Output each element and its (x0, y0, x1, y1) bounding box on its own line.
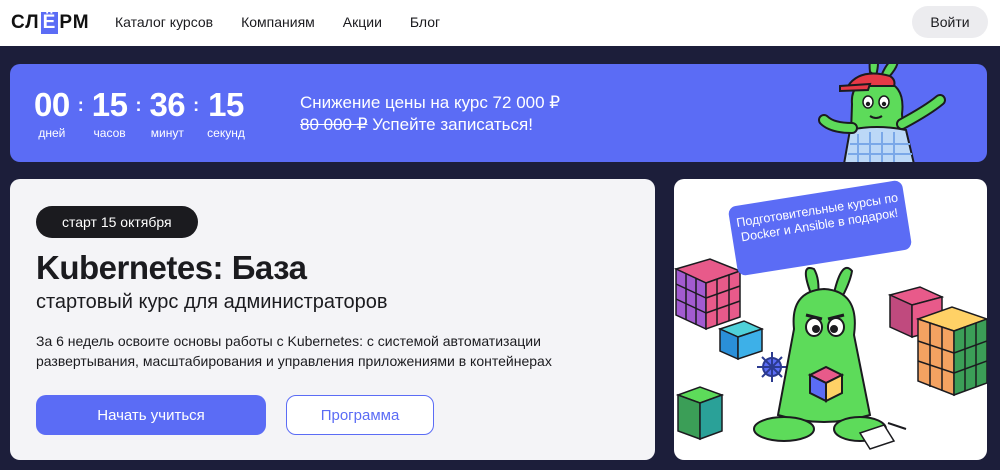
nav-blog[interactable]: Блог (410, 14, 440, 30)
countdown-separator: : (77, 95, 84, 115)
promo-price-line: Снижение цены на курс 72 000 ₽ (300, 93, 561, 112)
countdown-seconds: 15 секунд (207, 86, 245, 141)
promo-cta-text: Успейте записаться! (367, 115, 533, 134)
course-description: За 6 недель освоите основы работы с Kube… (36, 333, 552, 369)
logo-text-pre: СЛ (11, 12, 40, 33)
logo-text-post: РМ (59, 12, 90, 33)
logo[interactable]: СЛ Ё РМ (11, 12, 90, 34)
main-nav: Каталог курсов Компаниям Акции Блог (115, 14, 468, 30)
start-learning-button[interactable]: Начать учиться (36, 395, 266, 435)
login-button[interactable]: Войти (912, 6, 988, 38)
countdown-days: 00 дней (34, 86, 70, 141)
course-card: старт 15 октября Kubernetes: База старто… (10, 179, 655, 460)
promo-second-line: 80 000 ₽ Успейте записаться! (300, 114, 560, 136)
nav-catalog[interactable]: Каталог курсов (115, 14, 213, 30)
old-price: 80 000 ₽ (300, 115, 368, 134)
countdown-hours: 15 часов (91, 86, 128, 141)
kubernetes-helm-icon (757, 352, 787, 382)
countdown-separator: : (135, 95, 142, 115)
countdown-days-label: дней (38, 126, 66, 140)
countdown-minutes-label: минут (150, 126, 184, 140)
nav-companies[interactable]: Компаниям (241, 14, 315, 30)
countdown-minutes-value: 36 (149, 86, 186, 123)
countdown-minutes: 36 минут (149, 86, 186, 141)
countdown-hours-label: часов (93, 126, 126, 140)
course-title: Kubernetes: База (36, 249, 307, 286)
countdown-separator: : (193, 95, 200, 115)
countdown-seconds-label: секунд (207, 126, 245, 140)
course-subtitle: стартовый курс для администраторов (36, 291, 388, 313)
nav-promotions[interactable]: Акции (343, 14, 382, 30)
mascot-waving-illustration (818, 64, 946, 162)
course-illustration: Подготовительные курсы по Docker и Ansib… (674, 179, 987, 460)
promo-text: Снижение цены на курс 72 000 ₽ 80 000 ₽ … (300, 92, 560, 136)
promo-banner[interactable]: 00 дней : 15 часов : 36 минут : 15 секун… (10, 64, 987, 162)
countdown-days-value: 00 (34, 86, 70, 123)
program-button[interactable]: Программа (286, 395, 434, 435)
logo-text-highlight: Ё (40, 12, 59, 34)
top-header: СЛ Ё РМ Каталог курсов Компаниям Акции Бло… (0, 0, 1000, 46)
countdown-seconds-value: 15 (208, 86, 244, 123)
countdown-timer: 00 дней : 15 часов : 36 минут : 15 секун… (34, 86, 245, 141)
start-date-badge: старт 15 октября (36, 206, 198, 238)
countdown-hours-value: 15 (91, 86, 128, 123)
